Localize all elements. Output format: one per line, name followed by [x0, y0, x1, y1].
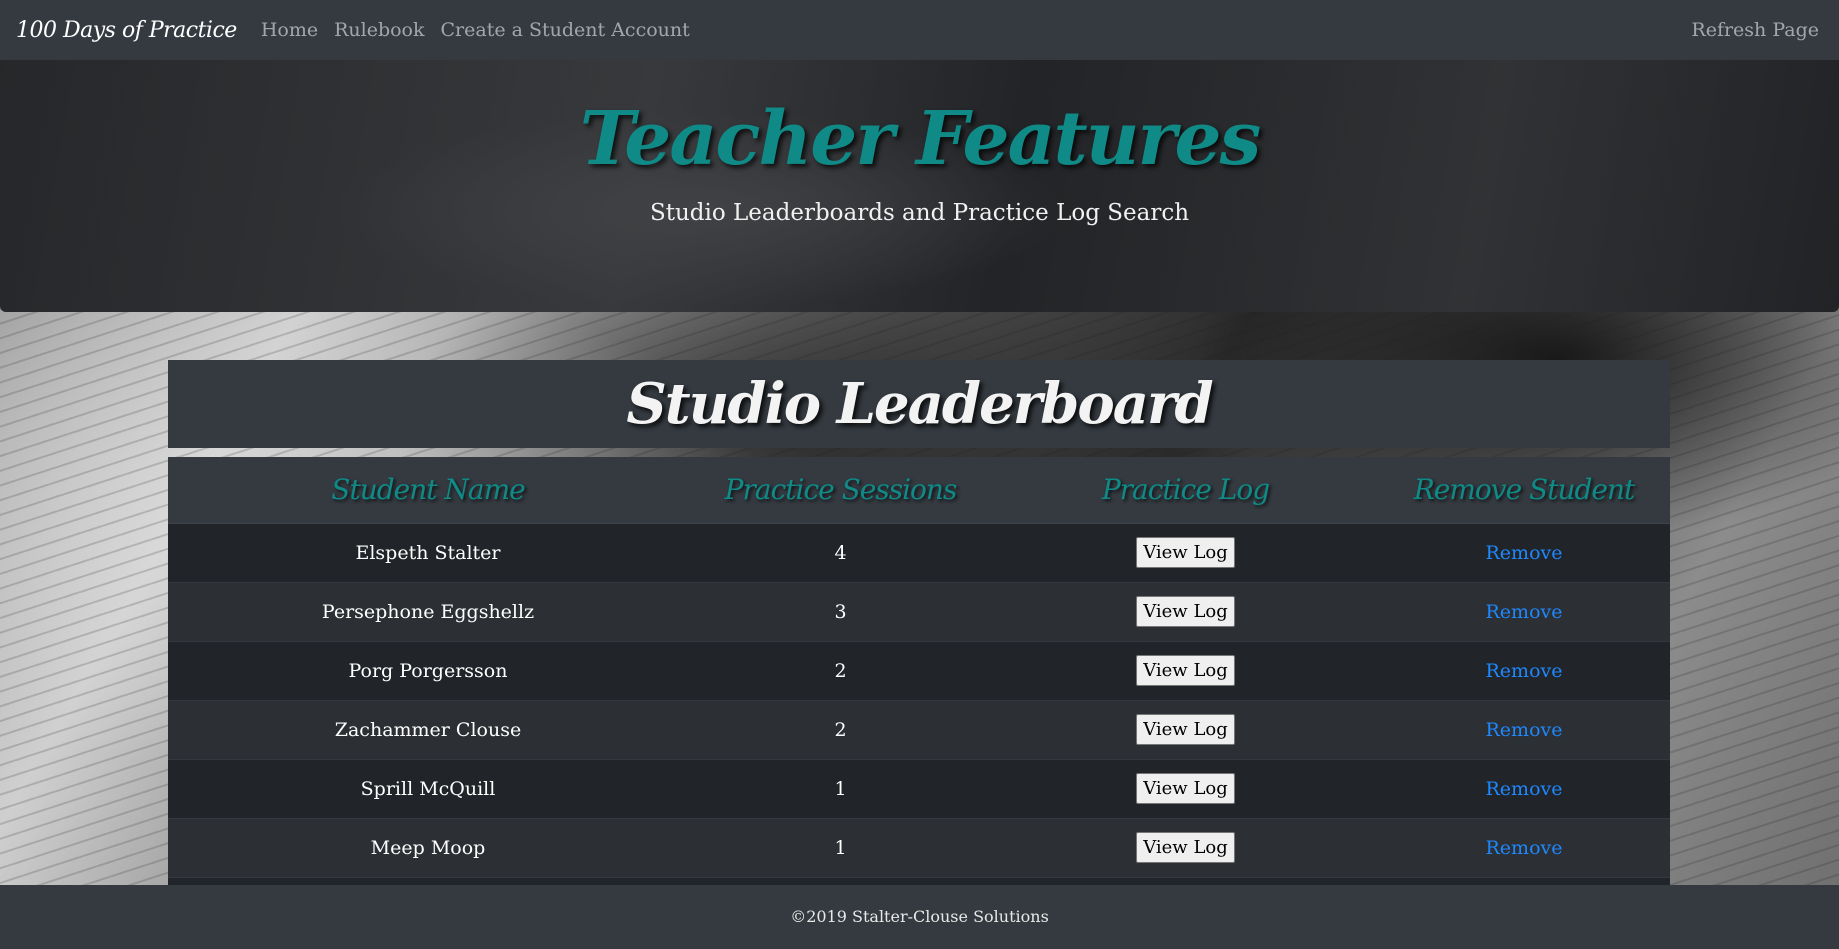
table-row — [168, 876, 1670, 885]
student-name-cell — [168, 876, 688, 885]
refresh-page-link[interactable]: Refresh Page — [1691, 19, 1819, 41]
leaderboard-header: Studio Leaderboard — [168, 360, 1670, 448]
table-row: Meep Moop 1 View Log Remove — [168, 817, 1670, 877]
student-name-cell: Persephone Eggshellz — [168, 581, 688, 641]
top-navbar: 100 Days of Practice Home Rulebook Creat… — [0, 0, 1839, 60]
view-log-button[interactable]: View Log — [1136, 832, 1235, 863]
remove-student-link[interactable]: Remove — [1486, 837, 1563, 859]
view-log-button[interactable]: View Log — [1136, 714, 1235, 745]
sessions-cell: 1 — [688, 758, 993, 818]
remove-student-link[interactable]: Remove — [1486, 778, 1563, 800]
remove-student-link[interactable]: Remove — [1486, 542, 1563, 564]
footer-copyright: ©2019 Stalter-Clouse Solutions — [790, 907, 1049, 926]
sessions-cell: 4 — [688, 522, 993, 582]
sessions-cell — [688, 876, 993, 885]
student-name-cell: Porg Porgersson — [168, 640, 688, 700]
hero-banner: Teacher Features Studio Leaderboards and… — [0, 60, 1839, 312]
leaderboard-table: Student Name Practice Sessions Practice … — [168, 457, 1670, 885]
table-row: Persephone Eggshellz 3 View Log Remove — [168, 581, 1670, 641]
leaderboard-table-container[interactable]: Student Name Practice Sessions Practice … — [168, 457, 1670, 885]
student-name-cell: Meep Moop — [168, 817, 688, 877]
student-name-cell: Elspeth Stalter — [168, 522, 688, 582]
header-practice-sessions: Practice Sessions — [688, 457, 993, 524]
sessions-cell: 2 — [688, 640, 993, 700]
nav-create-account-link[interactable]: Create a Student Account — [441, 19, 690, 41]
page-footer: ©2019 Stalter-Clouse Solutions — [0, 885, 1839, 949]
header-remove-student: Remove Student — [1378, 457, 1670, 524]
view-log-button[interactable]: View Log — [1136, 596, 1235, 627]
leaderboard-title: Studio Leaderboard — [626, 371, 1213, 437]
view-log-button[interactable]: View Log — [1136, 655, 1235, 686]
table-row: Sprill McQuill 1 View Log Remove — [168, 758, 1670, 818]
sessions-cell: 2 — [688, 699, 993, 759]
header-practice-log: Practice Log — [993, 457, 1378, 524]
table-row: Zachammer Clouse 2 View Log Remove — [168, 699, 1670, 759]
page-title: Teacher Features — [579, 96, 1262, 182]
sessions-cell: 3 — [688, 581, 993, 641]
nav-home-link[interactable]: Home — [261, 19, 318, 41]
remove-student-link[interactable]: Remove — [1486, 601, 1563, 623]
student-name-cell: Zachammer Clouse — [168, 699, 688, 759]
header-student-name: Student Name — [168, 457, 688, 524]
page-subtitle: Studio Leaderboards and Practice Log Sea… — [649, 200, 1190, 226]
table-header-row: Student Name Practice Sessions Practice … — [168, 457, 1670, 524]
brand-logo[interactable]: 100 Days of Practice — [16, 18, 237, 43]
student-name-cell: Sprill McQuill — [168, 758, 688, 818]
table-row: Porg Porgersson 2 View Log Remove — [168, 640, 1670, 700]
view-log-button[interactable]: View Log — [1136, 773, 1235, 804]
remove-student-link[interactable]: Remove — [1486, 660, 1563, 682]
nav-rulebook-link[interactable]: Rulebook — [334, 19, 424, 41]
remove-student-link[interactable]: Remove — [1486, 719, 1563, 741]
sessions-cell: 1 — [688, 817, 993, 877]
view-log-button[interactable]: View Log — [1136, 537, 1235, 568]
table-row: Elspeth Stalter 4 View Log Remove — [168, 522, 1670, 582]
